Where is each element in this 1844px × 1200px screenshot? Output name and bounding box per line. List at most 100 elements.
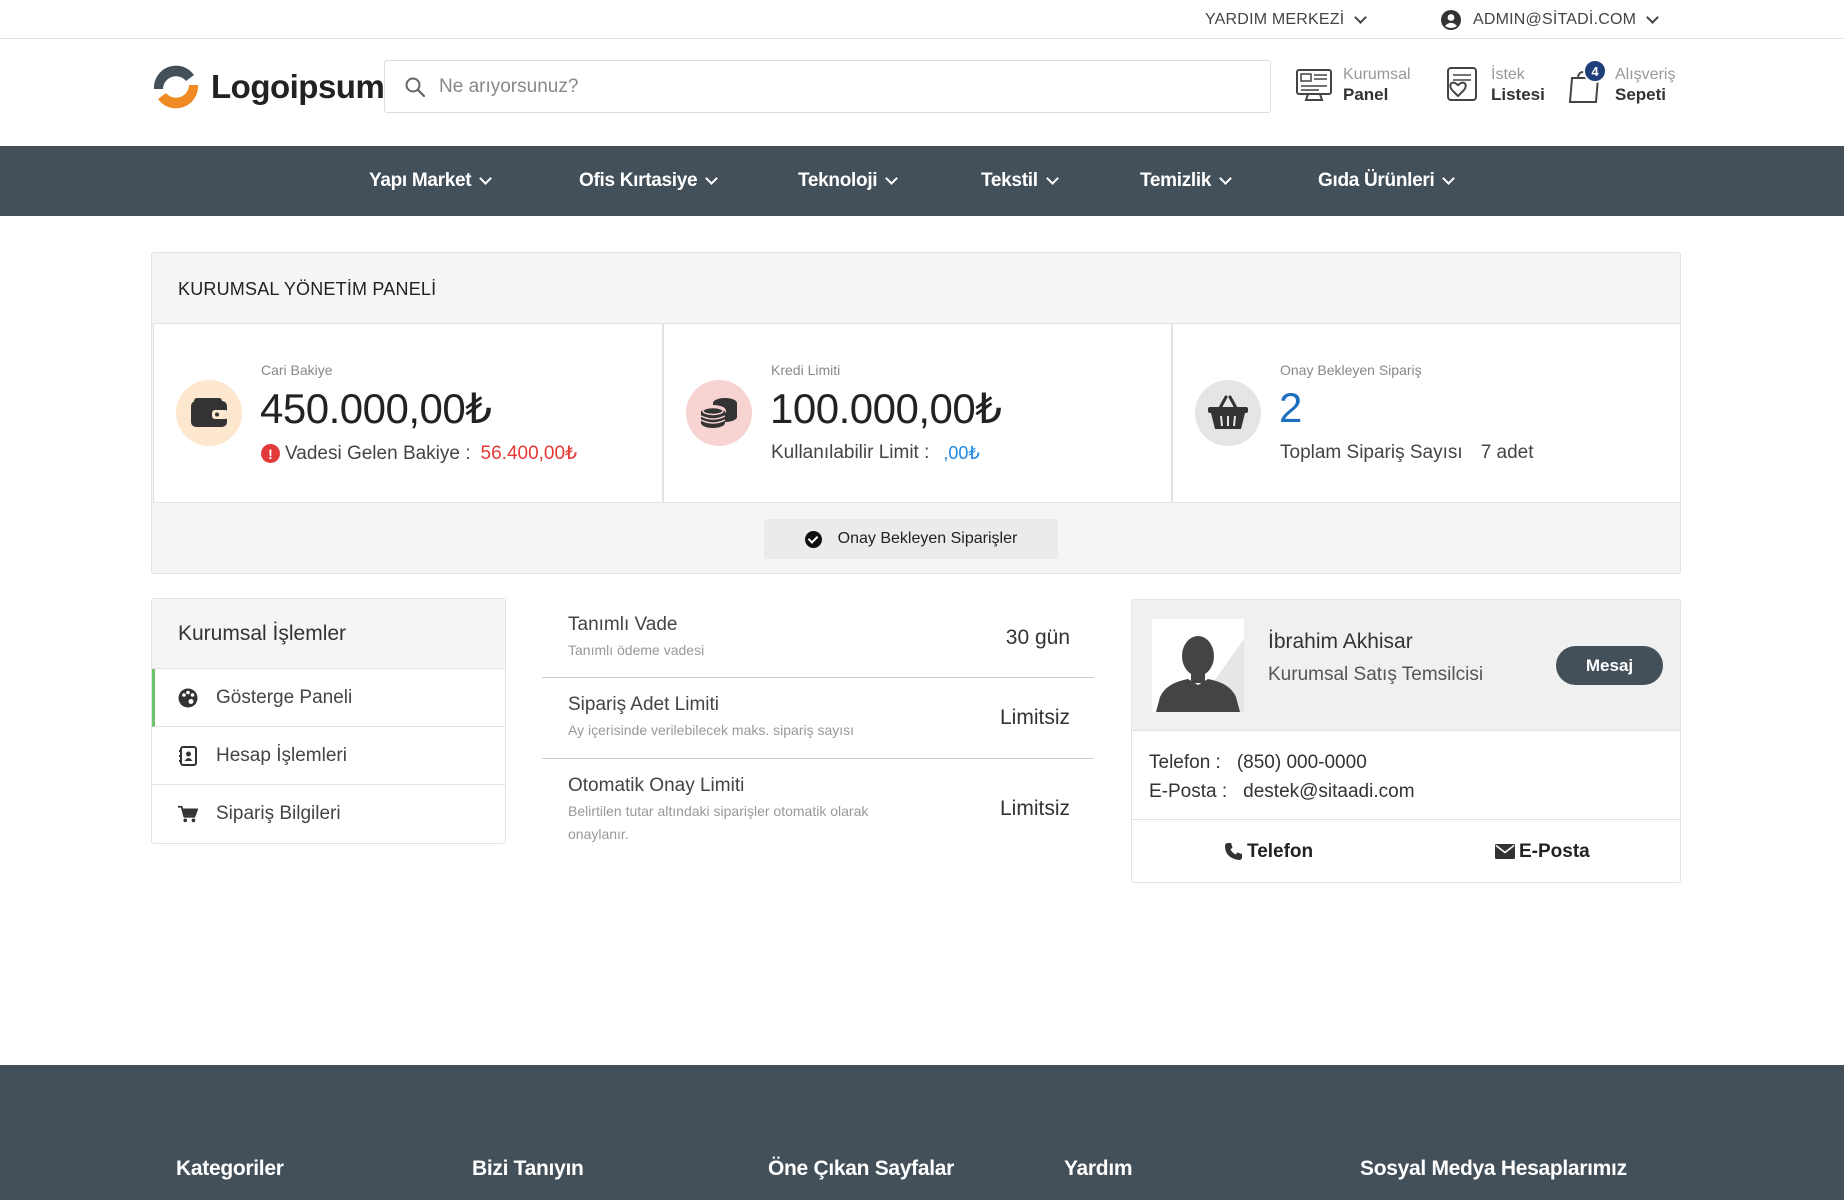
basket-icon bbox=[1195, 380, 1261, 446]
email-action-label: E-Posta bbox=[1519, 840, 1590, 862]
available-limit-label: Kullanılabilir Limit : bbox=[771, 442, 930, 463]
logo[interactable]: Logoipsum bbox=[148, 63, 385, 111]
phone-icon bbox=[1225, 843, 1242, 860]
email-value: destek@sitaadi.com bbox=[1243, 781, 1415, 802]
chevron-down-icon bbox=[1219, 172, 1233, 185]
search-bar[interactable] bbox=[384, 60, 1271, 113]
due-balance-value: 56.400,00₺ bbox=[480, 443, 578, 464]
total-orders-label: Toplam Sipariş Sayısı bbox=[1280, 442, 1463, 463]
phone-label: Telefon : bbox=[1149, 752, 1221, 773]
nav-item-label: Temizlik bbox=[1140, 170, 1212, 191]
stat-label: Kredi Limiti bbox=[771, 362, 841, 378]
rep-actions: Telefon E-Posta bbox=[1132, 819, 1680, 882]
rep-header: İbrahim Akhisar Kurumsal Satış Temsilcis… bbox=[1132, 600, 1680, 731]
logo-mark-icon bbox=[153, 65, 199, 109]
cart-icon-wrap: 4 bbox=[1566, 59, 1607, 105]
chevron-down-icon bbox=[1045, 172, 1059, 185]
menu-item-account[interactable]: Hesap İşlemleri bbox=[152, 727, 505, 785]
menu-item-label: Gösterge Paneli bbox=[216, 686, 353, 708]
list-item: Otomatik Onay Limiti Belirtilen tutar al… bbox=[542, 759, 1094, 859]
stat-current-balance: Cari Bakiye 450.000,00₺ ! Vadesi Gelen B… bbox=[153, 323, 663, 503]
wishlist-top: İstek bbox=[1491, 66, 1525, 83]
category-nav: Yapı Market Ofis Kırtasiye Teknoloji Tek… bbox=[0, 146, 1844, 216]
limit-title: Tanımlı Vade bbox=[568, 614, 678, 635]
phone-value: (850) 000-0000 bbox=[1236, 752, 1367, 773]
total-orders-value: 7 adet bbox=[1480, 442, 1534, 463]
chevron-down-icon bbox=[1354, 10, 1368, 24]
pending-orders-button[interactable]: Onay Bekleyen Siparişler bbox=[764, 519, 1058, 559]
stat-label: Onay Bekleyen Sipariş bbox=[1280, 362, 1422, 378]
corporate-panel-bottom: Panel bbox=[1343, 85, 1389, 104]
chevron-down-icon bbox=[1442, 172, 1456, 185]
list-item: Sipariş Adet Limiti Ay içerisinde verile… bbox=[542, 678, 1094, 759]
exclamation-icon: ! bbox=[261, 444, 280, 463]
chevron-down-icon bbox=[479, 172, 493, 185]
call-button[interactable]: Telefon bbox=[1224, 820, 1313, 883]
footer-heading-social: Sosyal Medya Hesaplarımız bbox=[1360, 1157, 1627, 1180]
account-menu[interactable]: ADMIN@SİTADİ.COM bbox=[1441, 0, 1660, 39]
nav-item-temizlik[interactable]: Temizlik bbox=[1140, 146, 1233, 216]
stat-label: Cari Bakiye bbox=[261, 362, 333, 378]
header: Logoipsum Kurumsal Panel bbox=[0, 39, 1844, 146]
wishlist-bottom: Listesi bbox=[1491, 85, 1545, 104]
message-button[interactable]: Mesaj bbox=[1556, 646, 1663, 685]
limit-description: Tanımlı ödeme vadesi bbox=[568, 642, 705, 658]
logo-text: Logoipsum bbox=[211, 68, 385, 105]
nav-item-label: Gıda Ürünleri bbox=[1318, 170, 1435, 191]
corporate-panel-link[interactable]: Kurumsal Panel bbox=[1294, 65, 1411, 105]
stat-pending-orders: Onay Bekleyen Sipariş 2 Toplam Sipariş S… bbox=[1172, 323, 1680, 503]
corporate-management-panel: KURUMSAL YÖNETİM PANELİ Cari Bakiye 450.… bbox=[151, 252, 1681, 574]
stat-sub: Kullanılabilir Limit : ,00₺ bbox=[771, 442, 980, 464]
wishlist-link[interactable]: İstek Listesi bbox=[1442, 65, 1545, 105]
nav-item-label: Tekstil bbox=[981, 170, 1038, 191]
call-label: Telefon bbox=[1247, 840, 1314, 862]
dashboard-monitor-icon bbox=[1296, 69, 1332, 101]
search-input[interactable] bbox=[439, 75, 1219, 98]
nav-item-gida-urunleri[interactable]: Gıda Ürünleri bbox=[1318, 146, 1456, 216]
nav-item-ofis-kirtasiye[interactable]: Ofis Kırtasiye bbox=[579, 146, 719, 216]
cart-bottom: Sepeti bbox=[1615, 85, 1667, 104]
menu-item-label: Sipariş Bilgileri bbox=[216, 803, 341, 824]
contact-card-icon bbox=[178, 745, 198, 766]
nav-item-label: Yapı Market bbox=[369, 170, 472, 191]
nav-item-label: Teknoloji bbox=[798, 170, 878, 191]
stat-sub: Toplam Sipariş Sayısı 7 adet bbox=[1280, 442, 1534, 464]
footer-heading-help: Yardım bbox=[1064, 1157, 1133, 1180]
help-center-link[interactable]: YARDIM MERKEZİ bbox=[1205, 0, 1368, 39]
limit-value: 30 gün bbox=[1005, 626, 1070, 649]
nav-item-tekstil[interactable]: Tekstil bbox=[981, 146, 1059, 216]
limit-title: Otomatik Onay Limiti bbox=[568, 775, 745, 796]
nav-item-label: Ofis Kırtasiye bbox=[579, 170, 698, 191]
list-item: Tanımlı Vade Tanımlı ödeme vadesi 30 gün bbox=[542, 598, 1094, 678]
cart-icon bbox=[178, 804, 198, 824]
due-balance-label: Vadesi Gelen Bakiye : bbox=[285, 442, 471, 464]
menu-item-label: Hesap İşlemleri bbox=[216, 744, 347, 766]
limit-description: Ay içerisinde verilebilecek maks. sipari… bbox=[568, 722, 855, 738]
chevron-down-icon bbox=[1646, 10, 1660, 24]
footer: Kategoriler Bizi Tanıyın Öne Çıkan Sayfa… bbox=[0, 1065, 1844, 1200]
nav-item-yapi-market[interactable]: Yapı Market bbox=[369, 146, 493, 216]
footer-heading-featured: Öne Çıkan Sayfalar bbox=[768, 1157, 955, 1180]
limits-list: Tanımlı Vade Tanımlı ödeme vadesi 30 gün… bbox=[542, 598, 1094, 859]
shopping-cart-link[interactable]: 4 Alışveriş Sepeti bbox=[1566, 59, 1675, 105]
wishlist-icon bbox=[1447, 67, 1477, 101]
rep-role: Kurumsal Satış Temsilcisi bbox=[1268, 664, 1484, 685]
limit-title: Sipariş Adet Limiti bbox=[568, 694, 720, 715]
envelope-icon bbox=[1495, 844, 1515, 859]
corporate-panel-top: Kurumsal bbox=[1343, 66, 1411, 83]
available-limit-value: ,00₺ bbox=[943, 442, 980, 463]
stat-value: 2 bbox=[1279, 384, 1302, 431]
corporate-menu-title: Kurumsal İşlemler bbox=[152, 599, 505, 669]
email-label: E-Posta : bbox=[1149, 781, 1228, 802]
help-center-label: YARDIM MERKEZİ bbox=[1205, 10, 1345, 28]
account-email: ADMIN@SİTADİ.COM bbox=[1473, 10, 1637, 28]
menu-item-dashboard[interactable]: Gösterge Paneli bbox=[152, 669, 505, 727]
user-circle-icon bbox=[1441, 9, 1461, 30]
pending-orders-label: Onay Bekleyen Siparişler bbox=[837, 530, 1018, 547]
email-button[interactable]: E-Posta bbox=[1495, 820, 1590, 883]
chevron-down-icon bbox=[885, 172, 899, 185]
sales-rep-card: İbrahim Akhisar Kurumsal Satış Temsilcis… bbox=[1131, 599, 1681, 883]
top-bar: YARDIM MERKEZİ ADMIN@SİTADİ.COM bbox=[0, 0, 1844, 39]
nav-item-teknoloji[interactable]: Teknoloji bbox=[798, 146, 899, 216]
menu-item-orders[interactable]: Sipariş Bilgileri bbox=[152, 785, 505, 843]
